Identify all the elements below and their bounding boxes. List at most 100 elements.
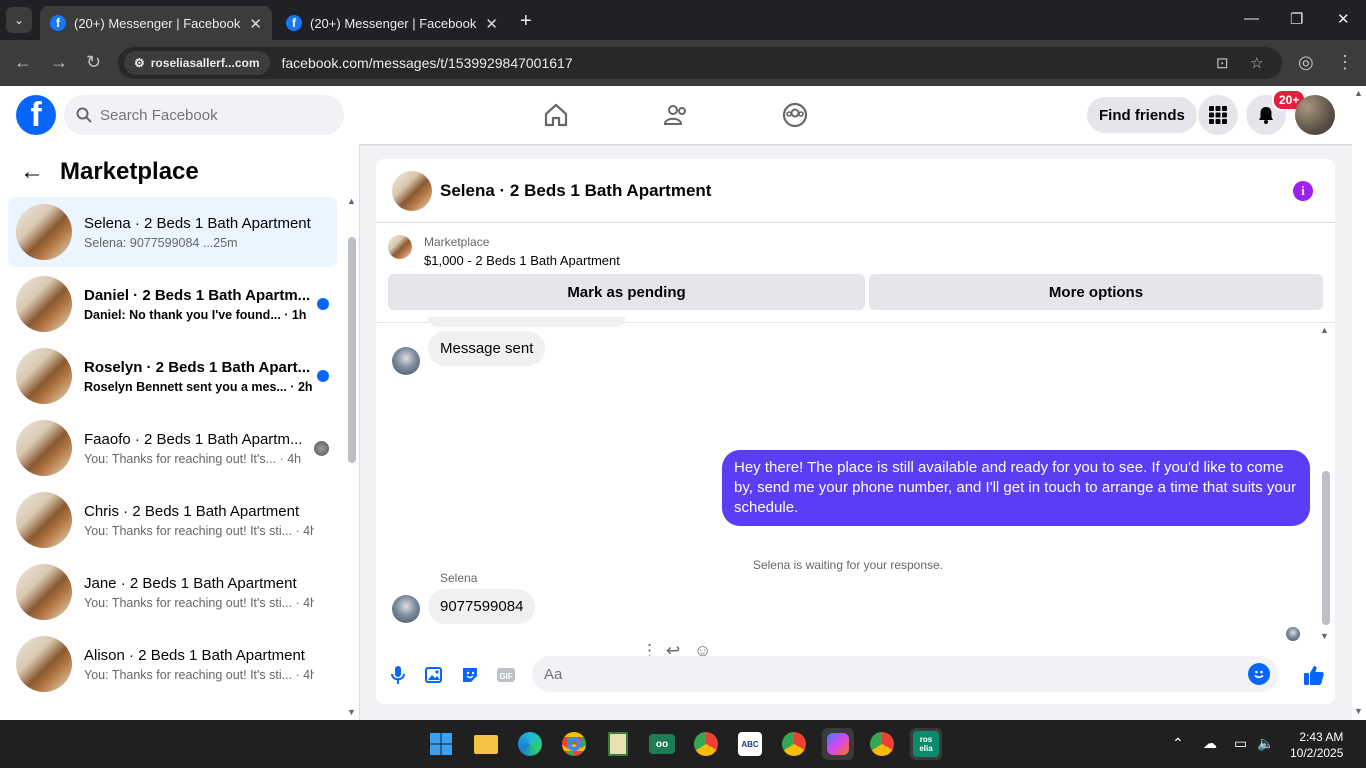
copilot-icon[interactable] xyxy=(822,728,854,760)
edge-icon[interactable] xyxy=(514,728,546,760)
chat-scrollbar[interactable] xyxy=(1322,471,1330,625)
gif-icon[interactable]: GIF xyxy=(496,665,516,685)
conversation-name: Roselyn · 2 Beds 1 Bath Apart... xyxy=(84,358,311,376)
photo-icon[interactable] xyxy=(424,665,444,685)
page-scrollbar[interactable]: ▲ ▼ xyxy=(1352,86,1366,720)
profile-icon[interactable]: ◎ xyxy=(1298,52,1314,73)
listing-bar[interactable]: Marketplace $1,000 - 2 Beds 1 Bath Apart… xyxy=(388,235,620,268)
bookmark-star-icon[interactable]: ☆ xyxy=(1250,54,1263,72)
system-clock[interactable]: 2:43 AM 10/2/2025 xyxy=(1290,729,1343,761)
tab-title: (20+) Messenger | Facebook xyxy=(310,15,477,31)
conversation-item[interactable]: Roselyn · 2 Beds 1 Bath Apart... Roselyn … xyxy=(8,341,337,411)
chat-scroll-down-arrow-icon[interactable]: ▼ xyxy=(1320,631,1329,641)
message-input[interactable] xyxy=(544,665,1244,683)
tab-search-button[interactable]: ⌄ xyxy=(6,7,32,33)
messaging-app-icon[interactable]: oo xyxy=(646,728,678,760)
chrome-profile-icon[interactable] xyxy=(690,728,722,760)
unread-dot-icon xyxy=(317,370,329,382)
chat-scroll-up-arrow-icon[interactable]: ▲ xyxy=(1320,325,1329,335)
listing-thumbnail xyxy=(16,348,72,404)
tray-chevron-up-icon[interactable]: ⌃ xyxy=(1172,735,1184,752)
facebook-logo-icon[interactable]: f xyxy=(16,95,56,135)
facebook-favicon-icon: f xyxy=(50,15,66,31)
file-explorer-icon[interactable] xyxy=(470,728,502,760)
back-icon[interactable]: ← xyxy=(14,52,32,73)
conversation-item[interactable]: Jane · 2 Beds 1 Bath Apartment You: Thank… xyxy=(8,557,337,627)
tab-messenger-2[interactable]: f (20+) Messenger | Facebook ✕ xyxy=(276,6,508,40)
news-app-icon[interactable]: ABC xyxy=(734,728,766,760)
more-options-button[interactable]: More options xyxy=(869,274,1323,310)
emoji-icon[interactable] xyxy=(1248,663,1270,685)
like-thumbs-up-icon[interactable] xyxy=(1302,663,1326,687)
scroll-down-arrow-icon[interactable]: ▼ xyxy=(347,707,356,717)
site-settings-icon: ⚙ xyxy=(134,56,145,70)
home-icon[interactable] xyxy=(541,100,571,130)
new-tab-icon[interactable]: + xyxy=(520,10,532,33)
close-tab-icon[interactable]: ✕ xyxy=(485,15,498,33)
tab-messenger-1[interactable]: f (20+) Messenger | Facebook ✕ xyxy=(40,6,272,40)
friends-icon[interactable] xyxy=(661,100,691,130)
reload-icon[interactable]: ↻ xyxy=(86,52,101,73)
conversation-item[interactable]: Faaofo · 2 Beds 1 Bath Apartm... You: Tha… xyxy=(8,413,337,483)
listing-thumbnail xyxy=(16,636,72,692)
minimize-icon[interactable]: — xyxy=(1244,10,1259,27)
site-info-chip[interactable]: ⚙ roseliasallerf...com xyxy=(124,51,270,75)
reply-bubble[interactable]: 9077599084 xyxy=(428,589,536,624)
conversation-item[interactable]: Daniel · 2 Beds 1 Bath Apartm... Daniel: … xyxy=(8,269,337,339)
conversation-preview: Roselyn Bennett sent you a mes... · 2h xyxy=(84,379,313,394)
chrome-profile-2-icon[interactable] xyxy=(778,728,810,760)
info-icon[interactable]: i xyxy=(1293,181,1313,201)
message-sent-bubble[interactable]: Message sent xyxy=(428,331,546,366)
windows-start-icon[interactable] xyxy=(425,728,457,760)
chat-header: Selena · 2 Beds 1 Bath Apartment i xyxy=(376,159,1335,223)
conversation-item[interactable]: Chris · 2 Beds 1 Bath Apartment You: Than… xyxy=(8,485,337,555)
back-arrow-icon[interactable]: ← xyxy=(20,158,44,186)
sender-name: Selena xyxy=(440,571,478,585)
search-box[interactable] xyxy=(64,95,344,135)
marketplace-sidebar: ← Marketplace Selena · 2 Beds 1 Bath Apa… xyxy=(0,144,360,720)
listing-thumbnail xyxy=(16,276,72,332)
onedrive-icon[interactable]: ☁ xyxy=(1203,735,1217,752)
listing-thumbnail xyxy=(16,564,72,620)
sticker-icon[interactable] xyxy=(460,665,480,685)
chrome-icon[interactable] xyxy=(558,728,590,760)
close-window-icon[interactable]: ✕ xyxy=(1337,10,1350,28)
close-tab-icon[interactable]: ✕ xyxy=(249,15,262,33)
menu-grid-icon[interactable] xyxy=(1198,95,1238,135)
tab-title: (20+) Messenger | Facebook xyxy=(74,15,241,31)
forward-icon[interactable]: → xyxy=(50,52,68,73)
account-avatar[interactable] xyxy=(1295,95,1335,135)
my-message-bubble[interactable]: Hey there! The place is still available … xyxy=(722,450,1310,526)
seen-avatar-icon xyxy=(314,441,329,456)
message-input-box[interactable] xyxy=(532,656,1278,692)
selena-avatar[interactable] xyxy=(392,595,420,623)
roselia-app-icon[interactable]: ros elia xyxy=(910,728,942,760)
spreadsheet-app-icon[interactable] xyxy=(602,728,634,760)
conversation-preview: You: Thanks for reaching out! It's sti..… xyxy=(84,667,314,682)
network-icon[interactable]: ▭ xyxy=(1234,735,1247,752)
microphone-icon[interactable] xyxy=(388,665,408,685)
volume-icon[interactable]: 🔈 xyxy=(1257,735,1274,752)
chrome-profile-3-icon[interactable] xyxy=(866,728,898,760)
maximize-icon[interactable]: ❐ xyxy=(1290,10,1303,28)
groups-icon[interactable] xyxy=(780,100,810,130)
listing-thumbnail[interactable] xyxy=(392,170,432,211)
page-scroll-up-arrow-icon[interactable]: ▲ xyxy=(1354,88,1363,98)
find-friends-button[interactable]: Find friends xyxy=(1087,97,1197,133)
mark-as-pending-button[interactable]: Mark as pending xyxy=(388,274,865,310)
chat-title[interactable]: Selena · 2 Beds 1 Bath Apartment xyxy=(440,181,711,201)
browser-menu-icon[interactable]: ⋮ xyxy=(1336,52,1354,73)
url-text[interactable]: facebook.com/messages/t/1539929847001617 xyxy=(282,55,573,71)
windows-taskbar: oo ABC ros elia ⌃ ☁ ▭ 🔈 2:43 AM 10/2/2025 xyxy=(0,720,1366,768)
svg-text:GIF: GIF xyxy=(499,672,512,681)
conversation-item[interactable]: Alison · 2 Beds 1 Bath Apartment You: Tha… xyxy=(8,629,337,699)
sidebar-scrollbar[interactable] xyxy=(348,237,356,463)
install-app-icon[interactable]: ⊡ xyxy=(1216,54,1229,72)
scroll-up-arrow-icon[interactable]: ▲ xyxy=(347,196,356,206)
page-scroll-down-arrow-icon[interactable]: ▼ xyxy=(1354,706,1363,716)
selena-avatar[interactable] xyxy=(392,347,420,375)
conversation-item[interactable]: Selena · 2 Beds 1 Bath Apartment Selena: … xyxy=(8,197,337,267)
unread-dot-icon xyxy=(317,298,329,310)
omnibox[interactable]: ⚙ roseliasallerf...com facebook.com/messa… xyxy=(118,47,1282,79)
search-input[interactable] xyxy=(100,106,320,124)
